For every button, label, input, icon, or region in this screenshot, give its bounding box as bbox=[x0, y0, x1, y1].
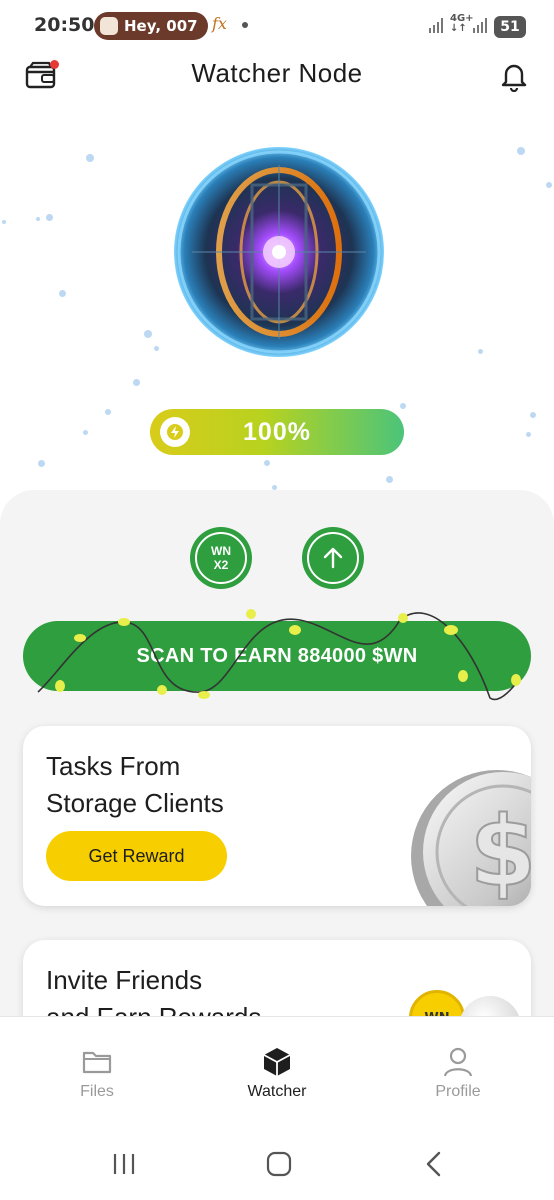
watcher-node-orb-image bbox=[174, 147, 384, 357]
notification-pill-text: Hey, 007 bbox=[124, 17, 198, 35]
tasks-card-title: Tasks From Storage Clients bbox=[46, 748, 224, 822]
system-nav-bar bbox=[0, 1126, 554, 1200]
boost-line1: WN bbox=[211, 544, 231, 558]
network-type-text: 4G+ bbox=[450, 13, 474, 24]
scan-to-earn-button[interactable]: SCAN TO EARN 884000 $WN bbox=[23, 621, 531, 691]
arrow-up-icon bbox=[323, 547, 343, 569]
invite-card-title-line1: Invite Friends bbox=[46, 965, 203, 995]
page-title: Watcher Node bbox=[191, 58, 363, 88]
battery-indicator: 51 bbox=[494, 16, 526, 38]
nav-files-label: Files bbox=[80, 1083, 114, 1100]
network-type-label: 4G+ ↓↑ bbox=[450, 13, 474, 34]
nav-files[interactable]: Files bbox=[37, 1045, 157, 1101]
nav-profile[interactable]: Profile bbox=[398, 1045, 518, 1101]
bottom-nav: Files Watcher Profile bbox=[0, 1016, 554, 1126]
signal-strength-2-icon bbox=[473, 18, 487, 33]
nav-profile-label: Profile bbox=[435, 1083, 481, 1100]
tasks-card-title-line2: Storage Clients bbox=[46, 788, 224, 818]
more-notifications-dot-icon bbox=[242, 22, 248, 28]
boost-x2-button[interactable]: WN X2 bbox=[190, 527, 252, 589]
bell-icon[interactable] bbox=[498, 60, 530, 92]
status-bar: 20:50 Hey, 007 fx 4G+ ↓↑ 51 bbox=[0, 0, 554, 52]
status-time: 20:50 bbox=[34, 14, 95, 36]
energy-value: 100% bbox=[243, 418, 311, 446]
upgrade-button[interactable] bbox=[302, 527, 364, 589]
boost-ring: WN X2 bbox=[195, 532, 247, 584]
tasks-card[interactable]: Tasks From Storage Clients Get Reward $ bbox=[23, 726, 531, 906]
energy-bar: 100% bbox=[150, 409, 404, 455]
recents-icon[interactable] bbox=[105, 1148, 145, 1178]
folder-icon bbox=[82, 1051, 112, 1074]
cube-icon bbox=[263, 1048, 291, 1076]
back-icon[interactable] bbox=[414, 1148, 454, 1178]
tasks-card-title-line1: Tasks From bbox=[46, 751, 181, 781]
dollar-coin-icon: $ bbox=[411, 770, 531, 906]
get-reward-button[interactable]: Get Reward bbox=[46, 831, 227, 881]
nav-watcher[interactable]: Watcher bbox=[217, 1045, 337, 1101]
nav-watcher-label: Watcher bbox=[247, 1083, 307, 1100]
person-icon bbox=[443, 1047, 473, 1077]
notification-app-icon bbox=[100, 17, 118, 35]
svg-text:$: $ bbox=[470, 796, 531, 906]
fx-icon: fx bbox=[212, 14, 227, 33]
signal-strength-icon bbox=[429, 18, 443, 33]
home-icon[interactable] bbox=[259, 1148, 299, 1178]
upgrade-ring bbox=[307, 532, 359, 584]
boost-line2: X2 bbox=[213, 558, 229, 572]
notification-pill[interactable]: Hey, 007 bbox=[94, 12, 208, 40]
